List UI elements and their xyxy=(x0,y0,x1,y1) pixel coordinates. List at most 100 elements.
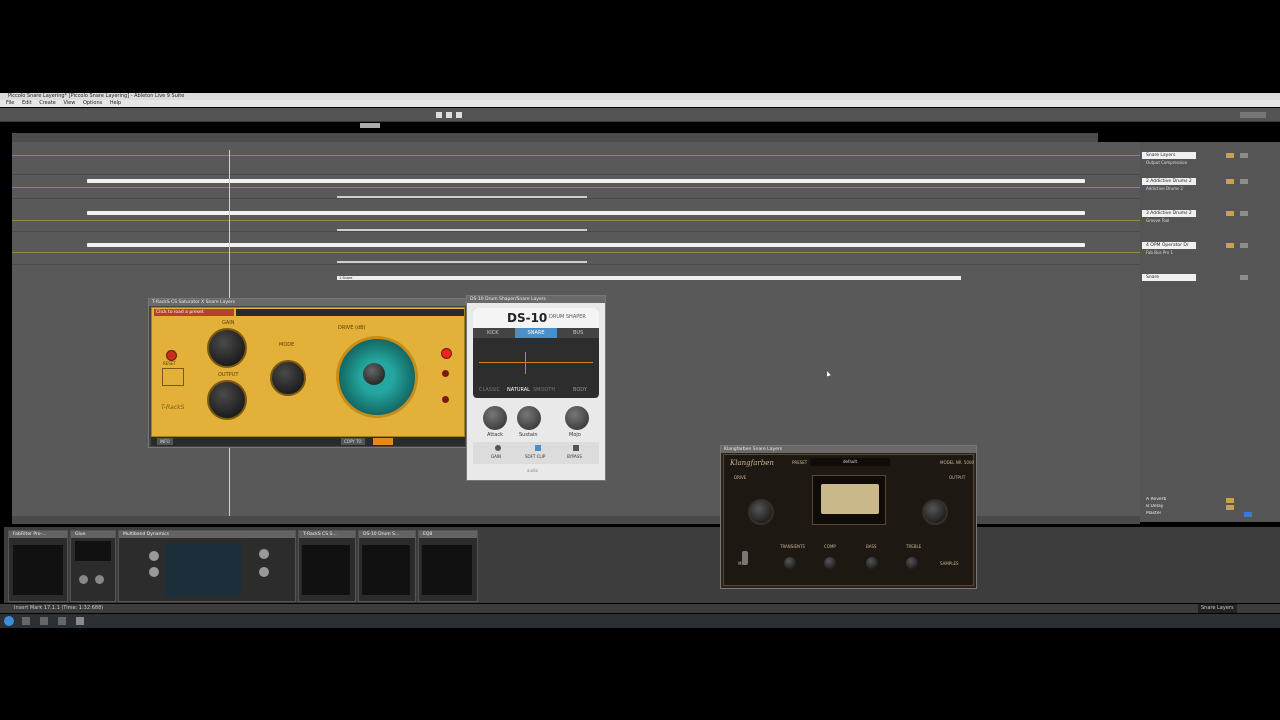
mixer-track[interactable]: 2 Addictive Drums 2 Addictive Drums 2 xyxy=(1140,178,1280,191)
tab-snare[interactable]: SNARE xyxy=(515,328,557,338)
return-name[interactable]: A Reverb xyxy=(1146,497,1166,502)
soft-clip-toggle[interactable] xyxy=(535,445,541,451)
track-lane[interactable] xyxy=(12,199,1140,232)
device-title[interactable]: FabFilter Pro-... xyxy=(9,531,67,538)
a-b-toggle[interactable] xyxy=(373,438,393,445)
master-name[interactable]: Master xyxy=(1146,511,1161,516)
mode-selector[interactable]: CLASSIC NATURAL SMOOTH BODY xyxy=(473,386,599,394)
menu-help[interactable]: Help xyxy=(110,100,121,106)
stop-button[interactable] xyxy=(446,112,452,118)
solo-button[interactable] xyxy=(1226,505,1234,510)
device-title[interactable]: Multiband Dynamics xyxy=(119,531,295,538)
track-name[interactable]: Snare xyxy=(1142,274,1196,281)
midi-clip[interactable] xyxy=(87,243,1085,247)
plugin-title[interactable]: T-RackS CS Saturator X Snare Layers xyxy=(149,299,467,306)
drive-knob[interactable] xyxy=(748,499,774,525)
solo-button[interactable] xyxy=(1226,498,1234,503)
selected-track-label[interactable]: Snare Layers xyxy=(1198,604,1237,613)
track-name[interactable]: 4 OPM Operator Dr xyxy=(1142,242,1196,249)
bypass-button[interactable] xyxy=(442,396,449,403)
lr-ms-selector[interactable] xyxy=(162,368,184,386)
amount-knob[interactable] xyxy=(259,567,269,577)
record-button[interactable] xyxy=(456,112,462,118)
treble-knob[interactable] xyxy=(906,557,918,569)
transients-knob[interactable] xyxy=(784,557,796,569)
track-name[interactable]: 3 Addictive Drums 2 xyxy=(1142,210,1196,217)
solo-button[interactable] xyxy=(1226,211,1234,216)
device-title[interactable]: Glue xyxy=(71,531,115,538)
midi-clip[interactable] xyxy=(87,179,1085,183)
taskbar-app-icon[interactable] xyxy=(58,617,66,625)
sustain-knob[interactable] xyxy=(517,406,541,430)
output-knob[interactable] xyxy=(259,549,269,559)
taskbar-app-icon[interactable] xyxy=(40,617,48,625)
automation-line[interactable] xyxy=(337,229,587,231)
play-button[interactable] xyxy=(436,112,442,118)
mode-smooth[interactable]: SMOOTH xyxy=(533,387,555,393)
arm-button[interactable] xyxy=(1240,275,1248,280)
scroll-handle[interactable] xyxy=(360,123,380,128)
preset-load-button[interactable]: Click to load a preset xyxy=(154,309,234,316)
copy-to-button[interactable]: COPY TO xyxy=(341,438,365,445)
track-name[interactable]: Snare Layers xyxy=(1142,152,1196,159)
automation-line[interactable] xyxy=(337,261,587,263)
attack-knob[interactable] xyxy=(483,406,507,430)
mixer-track[interactable]: 3 Addictive Drums 2 Groove Tool xyxy=(1140,210,1280,223)
device-fabfilter[interactable]: FabFilter Pro-... xyxy=(8,530,68,602)
master-track[interactable]: Master xyxy=(1140,511,1280,520)
arm-button[interactable] xyxy=(1240,243,1248,248)
bass-knob[interactable] xyxy=(866,557,878,569)
plugin-title[interactable]: Klangfarben Snare Layers xyxy=(721,446,976,453)
menu-view[interactable]: View xyxy=(63,100,75,106)
taskbar-app-icon[interactable] xyxy=(76,617,84,625)
arm-button[interactable] xyxy=(1240,211,1248,216)
midi-clip[interactable] xyxy=(87,211,1085,215)
solo-button[interactable] xyxy=(1226,153,1234,158)
taskbar-app-icon[interactable] xyxy=(22,617,30,625)
threshold-knob[interactable] xyxy=(79,575,88,584)
track-name[interactable]: 2 Addictive Drums 2 xyxy=(1142,178,1196,185)
device-title[interactable]: EQ8 xyxy=(419,531,477,538)
oversampling-button[interactable] xyxy=(442,370,449,377)
solo-button[interactable] xyxy=(1226,243,1234,248)
mix-switch[interactable] xyxy=(742,551,748,565)
cue-button[interactable] xyxy=(1244,512,1252,517)
tab-bus[interactable]: BUS xyxy=(573,330,583,336)
mode-body[interactable]: BODY xyxy=(573,387,587,393)
menu-edit[interactable]: Edit xyxy=(22,100,32,106)
reset-button[interactable] xyxy=(166,350,177,361)
preset-selector[interactable]: default xyxy=(810,458,890,466)
mode-natural[interactable]: NATURAL xyxy=(507,387,530,393)
menu-options[interactable]: Options xyxy=(83,100,102,106)
mode-classic[interactable]: CLASSIC xyxy=(479,387,500,393)
mode-knob[interactable] xyxy=(270,360,306,396)
ratio-knob[interactable] xyxy=(95,575,104,584)
band-knob[interactable] xyxy=(149,551,159,561)
output-knob[interactable] xyxy=(207,380,247,420)
audio-clip[interactable]: 1 Snare xyxy=(337,276,961,280)
plugin-title[interactable]: DS-10 Drum Shaper/Snare Layers xyxy=(467,296,605,303)
device-multiband[interactable]: Multiband Dynamics xyxy=(118,530,296,602)
info-button[interactable]: INFO xyxy=(157,438,173,445)
bypass-icon[interactable] xyxy=(573,445,579,451)
device-title[interactable]: T-RackS CS S... xyxy=(299,531,355,538)
menu-file[interactable]: File xyxy=(6,100,14,106)
preset-toolbar[interactable] xyxy=(236,309,464,316)
mixer-track[interactable]: Snare Layers Output Compression xyxy=(1140,152,1280,165)
arm-button[interactable] xyxy=(1240,153,1248,158)
band-knob[interactable] xyxy=(149,567,159,577)
device-ds10[interactable]: DS-10 Drum S... xyxy=(358,530,416,602)
tab-kick[interactable]: KICK xyxy=(487,330,499,336)
mojo-knob[interactable] xyxy=(565,406,589,430)
device-tracks[interactable]: T-RackS CS S... xyxy=(298,530,356,602)
device-glue[interactable]: Glue xyxy=(70,530,116,602)
solo-button[interactable] xyxy=(1226,179,1234,184)
menu-create[interactable]: Create xyxy=(39,100,56,106)
gain-icon[interactable] xyxy=(495,445,501,451)
arrangement-ruler[interactable] xyxy=(12,123,1098,142)
start-button[interactable] xyxy=(4,616,14,626)
device-eq8[interactable]: EQ8 xyxy=(418,530,478,602)
automation-line[interactable] xyxy=(337,196,587,198)
mixer-track[interactable]: Snare xyxy=(1140,274,1280,283)
device-title[interactable]: DS-10 Drum S... xyxy=(359,531,415,538)
